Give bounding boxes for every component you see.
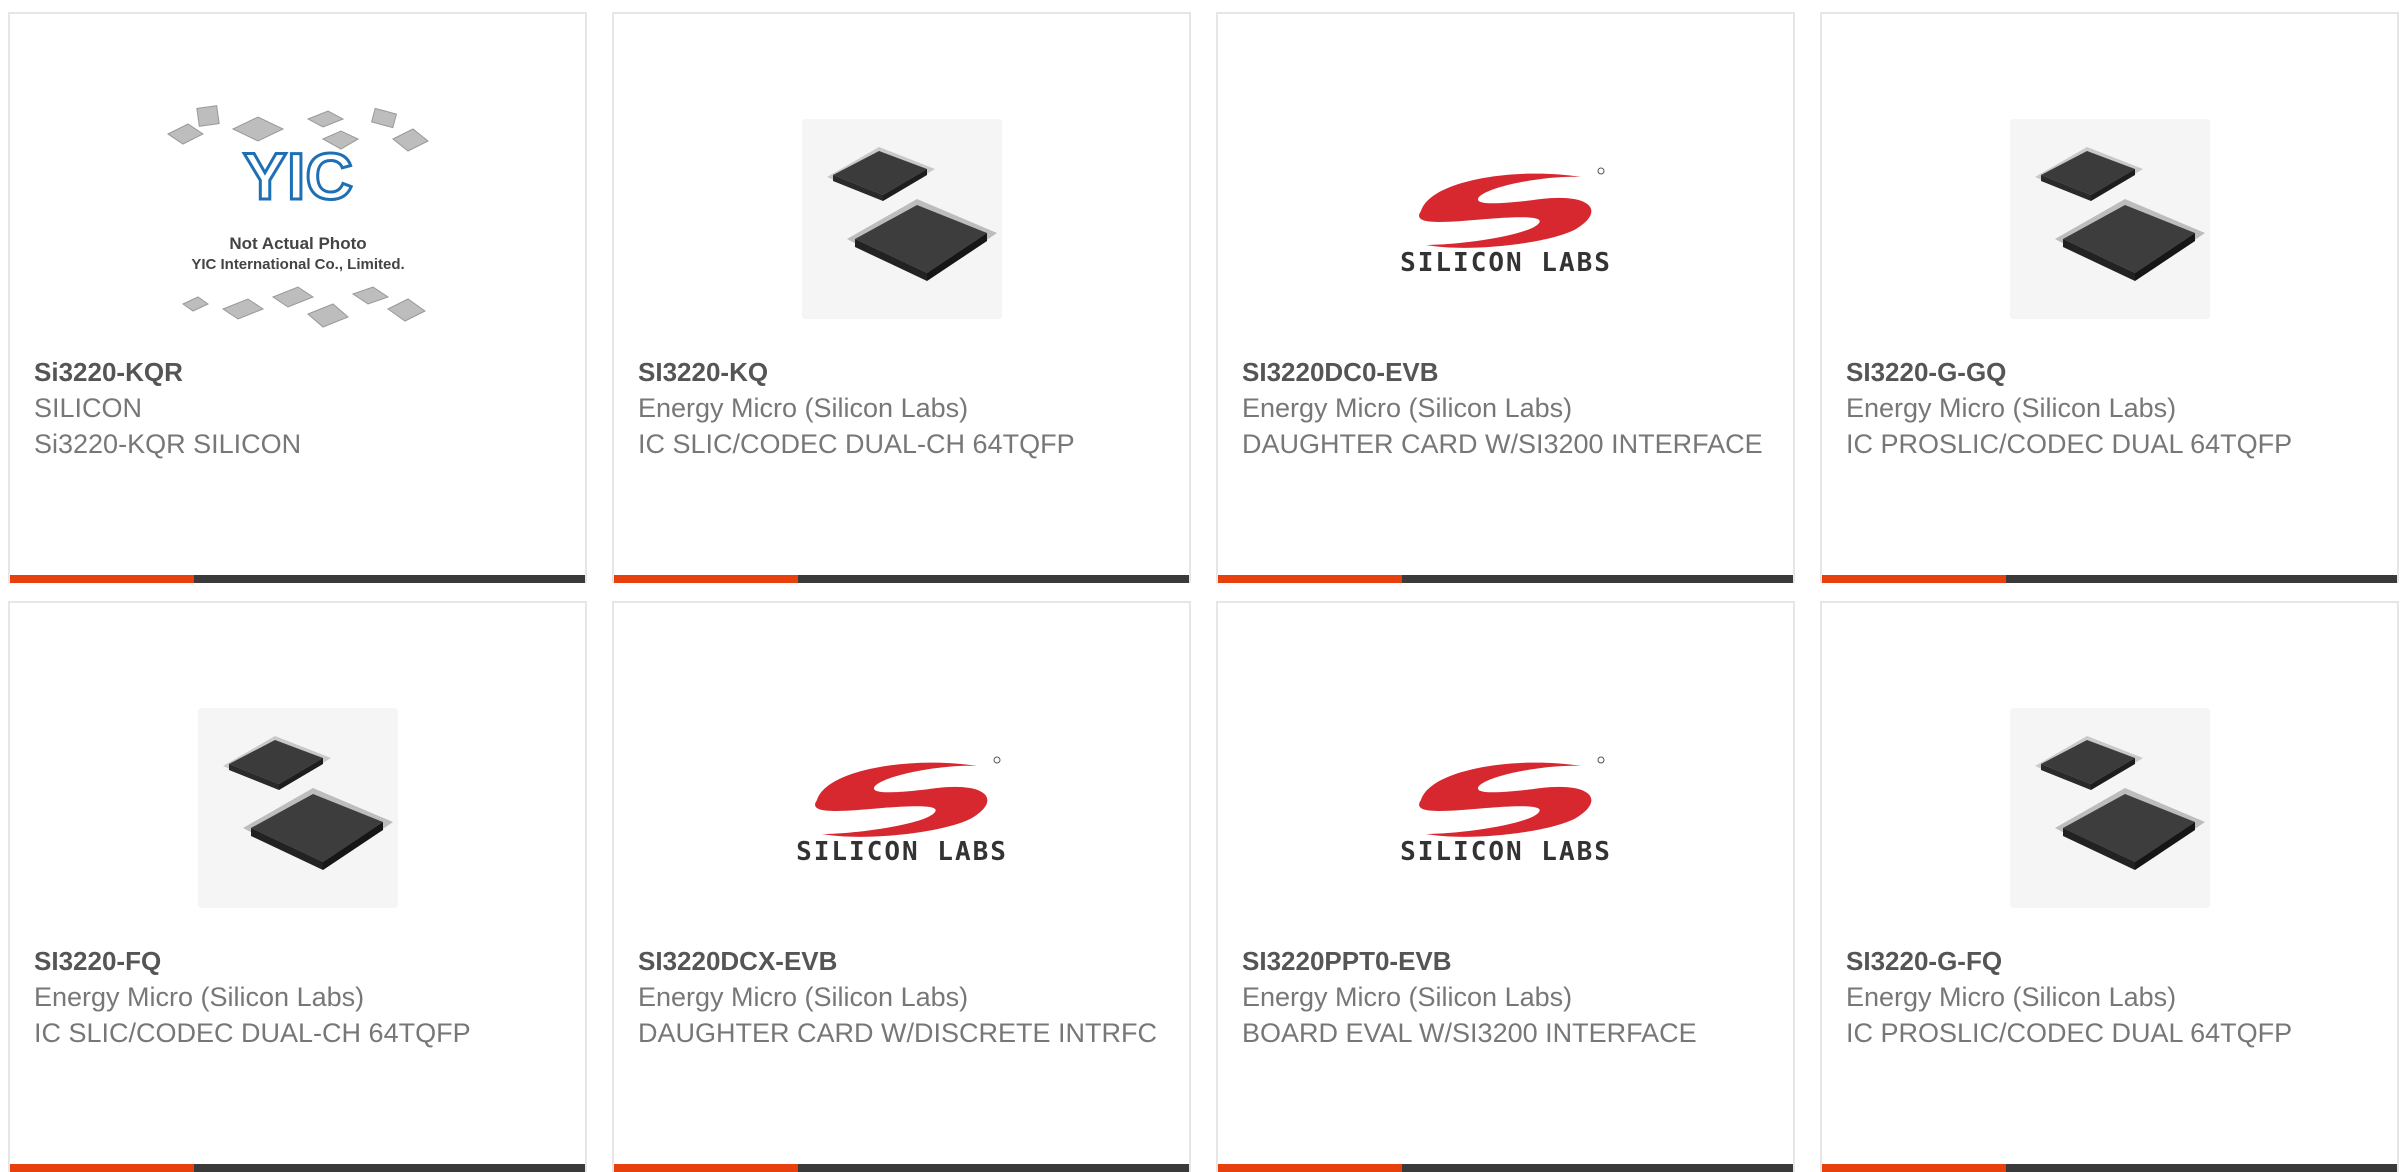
silicon-labs-logo: SILICON LABS	[797, 756, 1007, 867]
manufacturer: Energy Micro (Silicon Labs)	[638, 393, 969, 423]
description: DAUGHTER CARD W/DISCRETE INTRFC	[638, 1018, 1157, 1048]
svg-text:SILICON LABS: SILICON LABS	[1401, 837, 1611, 867]
part-number-link[interactable]: SI3220DCX-EVB	[638, 943, 1165, 979]
part-number-link[interactable]: SI3220-KQ	[638, 354, 1165, 390]
product-image[interactable]	[1822, 84, 2397, 354]
card-bottom-bar	[10, 575, 585, 583]
product-card[interactable]: SI3220-KQ Energy Micro (Silicon Labs) IC…	[612, 12, 1191, 583]
part-number-link[interactable]: SI3220-G-FQ	[1846, 943, 2373, 979]
product-grid: YIC Not Actual Photo YIC International C…	[8, 12, 2399, 1172]
product-image[interactable]: YIC Not Actual Photo YIC International C…	[10, 84, 585, 354]
card-accent	[1822, 575, 2006, 583]
chip-photo	[2009, 119, 2210, 319]
product-card[interactable]: SI3220-FQ Energy Micro (Silicon Labs) IC…	[8, 601, 587, 1172]
product-card[interactable]: SILICON LABS SI3220DCX-EVB Energy Micro …	[612, 601, 1191, 1172]
svg-text:SILICON LABS: SILICON LABS	[797, 837, 1007, 867]
chip-photo	[801, 119, 1002, 319]
description: BOARD EVAL W/SI3200 INTERFACE	[1242, 1018, 1697, 1048]
card-accent	[614, 575, 798, 583]
product-card[interactable]: SI3220-G-FQ Energy Micro (Silicon Labs) …	[1820, 601, 2399, 1172]
manufacturer: Energy Micro (Silicon Labs)	[1846, 393, 2177, 423]
manufacturer: Energy Micro (Silicon Labs)	[34, 982, 365, 1012]
description: DAUGHTER CARD W/SI3200 INTERFACE	[1242, 429, 1763, 459]
part-number-link[interactable]: SI3220PPT0-EVB	[1242, 943, 1769, 979]
chip-photo	[2009, 708, 2210, 908]
silicon-labs-logo: SILICON LABS	[1401, 167, 1611, 278]
part-number-link[interactable]: SI3220-FQ	[34, 943, 561, 979]
description: IC PROSLIC/CODEC DUAL 64TQFP	[1846, 429, 2293, 459]
svg-text:SILICON LABS: SILICON LABS	[1401, 248, 1611, 278]
manufacturer: Energy Micro (Silicon Labs)	[1242, 393, 1573, 423]
svg-text:YIC: YIC	[242, 139, 352, 213]
manufacturer: Energy Micro (Silicon Labs)	[638, 982, 969, 1012]
svg-text:Not Actual Photo: Not Actual Photo	[229, 234, 366, 253]
not-actual-photo-image: YIC Not Actual Photo YIC International C…	[166, 105, 429, 328]
silicon-labs-logo: SILICON LABS	[1401, 756, 1611, 867]
card-bottom-bar	[1822, 575, 2397, 583]
description: IC SLIC/CODEC DUAL-CH 64TQFP	[638, 429, 1075, 459]
product-image[interactable]: SILICON LABS	[614, 673, 1189, 943]
svg-text:YIC International Co., Limited: YIC International Co., Limited.	[191, 256, 404, 273]
manufacturer: Energy Micro (Silicon Labs)	[1846, 982, 2177, 1012]
card-accent	[1218, 575, 1402, 583]
part-number-link[interactable]: SI3220DC0-EVB	[1242, 354, 1769, 390]
card-bottom-bar	[614, 1164, 1189, 1172]
product-card[interactable]: SILICON LABS SI3220DC0-EVB Energy Micro …	[1216, 12, 1795, 583]
product-image[interactable]	[614, 84, 1189, 354]
part-number-link[interactable]: SI3220-G-GQ	[1846, 354, 2373, 390]
card-bottom-bar	[614, 575, 1189, 583]
card-accent	[10, 575, 194, 583]
product-card[interactable]: SILICON LABS SI3220PPT0-EVB Energy Micro…	[1216, 601, 1795, 1172]
description: Si3220-KQR SILICON	[34, 429, 302, 459]
manufacturer: Energy Micro (Silicon Labs)	[1242, 982, 1573, 1012]
product-card[interactable]: SI3220-G-GQ Energy Micro (Silicon Labs) …	[1820, 12, 2399, 583]
description: IC SLIC/CODEC DUAL-CH 64TQFP	[34, 1018, 471, 1048]
card-bottom-bar	[1218, 1164, 1793, 1172]
product-card[interactable]: YIC Not Actual Photo YIC International C…	[8, 12, 587, 583]
product-image[interactable]: SILICON LABS	[1218, 84, 1793, 354]
chip-photo	[197, 708, 398, 908]
manufacturer: SILICON	[34, 393, 143, 423]
card-bottom-bar	[1822, 1164, 2397, 1172]
product-image[interactable]	[1822, 673, 2397, 943]
description: IC PROSLIC/CODEC DUAL 64TQFP	[1846, 1018, 2293, 1048]
card-accent	[614, 1164, 798, 1172]
card-accent	[1218, 1164, 1402, 1172]
card-accent	[1822, 1164, 2006, 1172]
product-image[interactable]: SILICON LABS	[1218, 673, 1793, 943]
part-number-link[interactable]: Si3220-KQR	[34, 354, 561, 390]
card-accent	[10, 1164, 194, 1172]
card-bottom-bar	[10, 1164, 585, 1172]
product-image[interactable]	[10, 673, 585, 943]
card-bottom-bar	[1218, 575, 1793, 583]
